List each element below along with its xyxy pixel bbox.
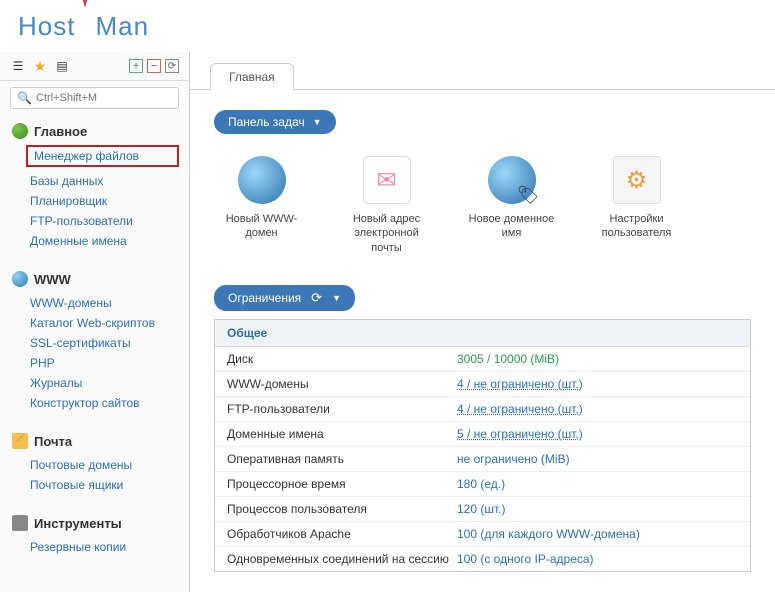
logo-right: Man: [95, 11, 149, 42]
limits-subheader: Общее: [215, 320, 750, 347]
limit-row: Процессов пользователя120 (шт.): [215, 497, 750, 522]
content: Главная Панель задач ▼ Новый WWW-домен Н…: [190, 52, 775, 592]
task-new-www[interactable]: Новый WWW-домен: [214, 156, 309, 255]
limit-value: 3005 / 10000 (MiB): [457, 352, 559, 366]
limit-label: FTP-пользователи: [227, 402, 457, 416]
limit-value: 100 (с одного IP-адреса): [457, 552, 594, 566]
section-header-main[interactable]: Главное: [0, 119, 189, 143]
sidebar-item[interactable]: Планировщик: [30, 191, 189, 211]
chevron-down-icon: ▼: [313, 117, 322, 127]
limit-label: Процессорное время: [227, 477, 457, 491]
sidebar-item[interactable]: Почтовые ящики: [30, 475, 189, 495]
task-new-domain[interactable]: Новое доменное имя: [464, 156, 559, 255]
limit-row: Одновременных соединений на сессию100 (с…: [215, 547, 750, 571]
limit-value: 4 / не ограничено (шт.): [457, 402, 583, 416]
limit-label: WWW-домены: [227, 377, 457, 391]
section-mail: Почта Почтовые домены Почтовые ящики: [0, 429, 189, 501]
refresh-icon[interactable]: ⟳: [165, 59, 179, 73]
limit-row: Диск3005 / 10000 (MiB): [215, 347, 750, 372]
limit-label: Доменные имена: [227, 427, 457, 441]
sidebar-item[interactable]: Почтовые домены: [30, 455, 189, 475]
logo-tie-icon: [78, 8, 92, 44]
globe-icon: [12, 123, 28, 139]
search-icon: 🔍: [17, 91, 32, 105]
limit-row: Процессорное время180 (ед.): [215, 472, 750, 497]
limit-label: Оперативная память: [227, 452, 457, 466]
domain-icon: [488, 156, 536, 204]
list-icon[interactable]: ☰: [10, 58, 26, 74]
limit-value: 120 (шт.): [457, 502, 505, 516]
expand-icon[interactable]: +: [129, 59, 143, 73]
limit-row: WWW-домены4 / не ограничено (шт.): [215, 372, 750, 397]
note-icon[interactable]: ▤: [54, 58, 70, 74]
search-box[interactable]: 🔍: [10, 87, 179, 109]
limit-label: Процессов пользователя: [227, 502, 457, 516]
search-input[interactable]: [36, 92, 172, 104]
task-panel-button[interactable]: Панель задач ▼: [214, 110, 336, 134]
tools-icon: [12, 515, 28, 531]
sidebar-item[interactable]: PHP: [30, 353, 189, 373]
favorite-icon[interactable]: ★: [32, 58, 48, 74]
limit-row: Оперативная памятьне ограничено (MiB): [215, 447, 750, 472]
section-header-tools[interactable]: Инструменты: [0, 511, 189, 535]
tabs: Главная: [190, 52, 775, 90]
limit-value: 100 (для каждого WWW-домена): [457, 527, 640, 541]
tab-main[interactable]: Главная: [210, 63, 294, 90]
sidebar-item[interactable]: WWW-домены: [30, 293, 189, 313]
limit-row: FTP-пользователи4 / не ограничено (шт.): [215, 397, 750, 422]
chevron-down-icon[interactable]: ▼: [332, 293, 341, 303]
globe-icon: [238, 156, 286, 204]
gear-icon: [613, 156, 661, 204]
envelope-icon: [363, 156, 411, 204]
sidebar-item[interactable]: Базы данных: [30, 171, 189, 191]
sidebar: ☰ ★ ▤ + − ⟳ 🔍 Главное Менеджер файлов Ба…: [0, 52, 190, 592]
mail-icon: [12, 433, 28, 449]
section-tools: Инструменты Резервные копии: [0, 511, 189, 563]
limit-label: Диск: [227, 352, 457, 366]
task-grid: Новый WWW-домен Новый адрес электронной …: [214, 156, 751, 255]
task-user-settings[interactable]: Настройки пользователя: [589, 156, 684, 255]
section-www: WWW WWW-домены Каталог Web-скриптов SSL-…: [0, 267, 189, 419]
sidebar-item[interactable]: Каталог Web-скриптов: [30, 313, 189, 333]
logo: Host Man: [0, 0, 775, 52]
limits-box: Общее Диск3005 / 10000 (MiB)WWW-домены4 …: [214, 319, 751, 572]
limit-row: Обработчиков Apache100 (для каждого WWW-…: [215, 522, 750, 547]
section-header-www[interactable]: WWW: [0, 267, 189, 291]
section-header-mail[interactable]: Почта: [0, 429, 189, 453]
sidebar-item-file-manager[interactable]: Менеджер файлов: [34, 149, 139, 163]
limits-header: Ограничения ⟳ ▼: [214, 285, 355, 311]
task-new-email[interactable]: Новый адрес электронной почты: [339, 156, 434, 255]
limit-label: Обработчиков Apache: [227, 527, 457, 541]
sidebar-item[interactable]: FTP-пользователи: [30, 211, 189, 231]
section-main: Главное Менеджер файлов Базы данных План…: [0, 119, 189, 257]
sidebar-item[interactable]: SSL-сертификаты: [30, 333, 189, 353]
collapse-icon[interactable]: −: [147, 59, 161, 73]
limit-value: 4 / не ограничено (шт.): [457, 377, 583, 391]
highlighted-item: Менеджер файлов: [26, 145, 179, 167]
limit-label: Одновременных соединений на сессию: [227, 552, 457, 566]
world-icon: [12, 271, 28, 287]
sidebar-item[interactable]: Журналы: [30, 373, 189, 393]
sidebar-item[interactable]: Доменные имена: [30, 231, 189, 251]
sidebar-item[interactable]: Конструктор сайтов: [30, 393, 189, 413]
sidebar-toolbar: ☰ ★ ▤ + − ⟳: [0, 52, 189, 81]
sidebar-item[interactable]: Резервные копии: [30, 537, 189, 557]
limit-value: 5 / не ограничено (шт.): [457, 427, 583, 441]
limit-value: не ограничено (MiB): [457, 452, 570, 466]
limit-value: 180 (ед.): [457, 477, 505, 491]
limit-row: Доменные имена5 / не ограничено (шт.): [215, 422, 750, 447]
logo-left: Host: [18, 11, 75, 42]
refresh-icon[interactable]: ⟳: [311, 290, 322, 306]
